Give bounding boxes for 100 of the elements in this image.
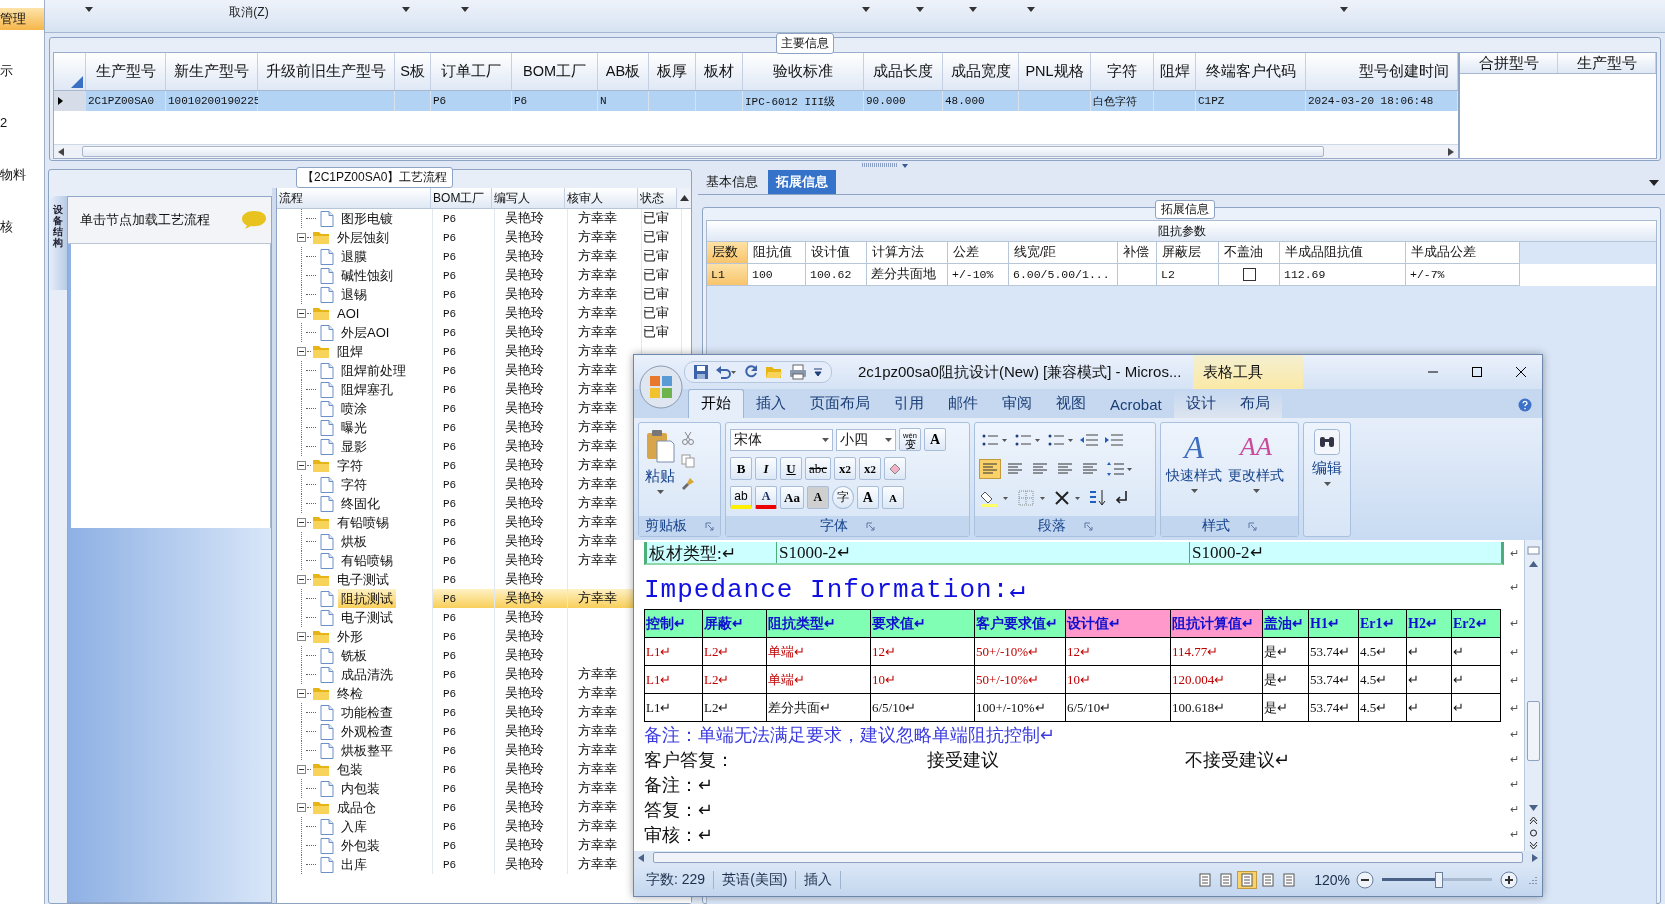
tree-item[interactable]: 有铅喷锡 (338, 551, 396, 570)
tree-item[interactable]: 入库 (338, 817, 370, 836)
column-header[interactable]: 层数 (707, 242, 748, 264)
scroll-thumb[interactable] (1527, 701, 1540, 761)
tree-item[interactable]: 阻焊 (334, 342, 366, 361)
tree-item[interactable]: 喷涂 (338, 399, 370, 418)
dropdown-caret-icon[interactable] (1190, 489, 1198, 493)
scroll-right-icon[interactable] (1448, 147, 1454, 156)
brush-icon[interactable] (681, 477, 695, 491)
tree-item[interactable]: 铣板 (338, 646, 370, 665)
dropdown-caret-icon[interactable] (885, 437, 892, 442)
view-icon[interactable] (1237, 871, 1258, 889)
tree-item[interactable]: 出库 (338, 855, 370, 874)
expander-icon[interactable] (297, 461, 306, 470)
expander-icon[interactable] (297, 347, 306, 356)
align-icon[interactable] (979, 458, 1001, 479)
nav-item[interactable]: 示 (0, 60, 44, 82)
slider-thumb[interactable] (1435, 872, 1444, 888)
tree-item[interactable]: 电子测试 (334, 570, 392, 589)
undo-icon[interactable] (715, 364, 737, 380)
ribbon-tab[interactable]: 邮件 (936, 390, 990, 418)
column-header[interactable]: 核审人 (564, 188, 638, 208)
dropdown-caret-icon[interactable] (862, 7, 870, 12)
column-header[interactable]: 不盖油 (1219, 242, 1280, 264)
scroll-thumb[interactable] (653, 852, 1523, 863)
table-row[interactable]: L1 100 100.62 差分共面地 +/-10% 6.00/5.00/1... L2 112.69 +/-7% (707, 264, 1656, 286)
dropdown-caret-icon[interactable] (1340, 7, 1348, 12)
splitter-grip-icon[interactable] (862, 162, 908, 168)
tree-item[interactable]: 退锡 (338, 285, 370, 304)
expander-icon[interactable] (297, 309, 306, 318)
format-button[interactable]: U (780, 457, 802, 480)
dropdown-caret-icon[interactable] (402, 7, 410, 12)
ribbon-tab[interactable]: 视图 (1044, 390, 1098, 418)
tree-item[interactable]: 烘板整平 (338, 741, 396, 760)
font-size-field[interactable]: 小四 (836, 428, 896, 451)
column-header[interactable]: 合拼型号 (1460, 53, 1558, 73)
expander-icon[interactable] (297, 632, 306, 641)
table-row[interactable]: 2C1PZ00SA0 10010200190225 P6 P6 N IPC-6012 III级 90.000 48.000 白色字符 C1PZ 2024-03-20 18:06:48 (54, 91, 1458, 111)
column-header[interactable]: S板 (395, 53, 431, 90)
dialog-launcher-icon[interactable] (705, 521, 714, 531)
tree-item[interactable]: 有铅喷锡 (334, 513, 392, 532)
redo-icon[interactable] (743, 364, 759, 380)
format-button[interactable]: abc (805, 457, 832, 480)
column-header[interactable]: 订单工厂 (431, 53, 512, 90)
word-count[interactable]: 字数: 229 (638, 871, 715, 889)
customize-caret-icon[interactable] (813, 367, 823, 377)
vertical-scrollbar[interactable] (1524, 540, 1542, 851)
vertical-tab[interactable]: 设备结构 (49, 196, 67, 290)
dialog-launcher-icon[interactable] (1248, 521, 1257, 531)
column-header[interactable]: 字符 (1091, 53, 1154, 90)
column-header[interactable]: 板厚 (649, 53, 696, 90)
dropdown-caret-icon[interactable] (1027, 7, 1035, 12)
tab[interactable]: 拓展信息 (768, 170, 836, 194)
tree-item[interactable]: 显影 (338, 437, 370, 456)
column-header[interactable]: 流程 (277, 188, 432, 208)
paste-button[interactable]: 粘贴 (643, 427, 677, 512)
dropdown-caret-icon[interactable] (1252, 489, 1260, 493)
tree-item[interactable]: 碱性蚀刻 (338, 266, 396, 285)
expander-icon[interactable] (297, 233, 306, 242)
tree-item[interactable]: 内包装 (338, 779, 383, 798)
font-color-button[interactable]: A (755, 486, 777, 509)
clear-format-button[interactable] (884, 457, 907, 480)
tree-item[interactable]: 外包装 (338, 836, 383, 855)
zoom-out-icon[interactable] (1356, 871, 1374, 889)
tree-item[interactable]: 功能检查 (338, 703, 396, 722)
save-icon[interactable] (693, 364, 709, 380)
style-button[interactable]: AA 更改样式 (1227, 429, 1285, 516)
highlight-button[interactable]: ab (730, 486, 752, 509)
cancel-button[interactable]: 取消(Z) (223, 4, 275, 21)
nav-item[interactable]: 物料 (0, 164, 44, 186)
tree-item[interactable]: 成品清洗 (338, 665, 396, 684)
column-header[interactable]: 公差 (948, 242, 1009, 264)
dropdown-caret-icon[interactable] (656, 490, 664, 494)
expander-icon[interactable] (297, 689, 306, 698)
dialog-launcher-icon[interactable] (1083, 521, 1093, 531)
character-shading-button[interactable]: A (806, 486, 829, 509)
column-header[interactable]: BOM工厂 (431, 188, 493, 208)
scroll-thumb[interactable] (82, 146, 1324, 157)
tree-item[interactable]: 电子测试 (338, 608, 396, 627)
tree-item[interactable]: AOI (334, 304, 363, 323)
column-header[interactable]: 成品长度 (864, 53, 943, 90)
column-header[interactable]: 半成品阻抗值 (1280, 242, 1406, 264)
column-header[interactable]: 阻抗值 (748, 242, 806, 264)
tree-item[interactable]: 曝光 (338, 418, 370, 437)
tree-item[interactable]: 包装 (334, 760, 366, 779)
scissors-icon[interactable] (681, 431, 695, 445)
grow-font-button[interactable]: A (856, 486, 879, 509)
scroll-down-icon[interactable] (1529, 805, 1538, 811)
tree-item[interactable]: 外层蚀刻 (334, 228, 392, 247)
nav-item[interactable]: 管理 (0, 8, 44, 30)
column-header[interactable]: 型号创建时间 (1306, 53, 1458, 90)
style-button[interactable]: A 快速样式 (1165, 429, 1223, 516)
maximize-icon[interactable] (1470, 365, 1484, 379)
tree-item[interactable]: 外层AOI (338, 323, 393, 342)
close-icon[interactable] (1514, 365, 1528, 379)
column-header[interactable]: 升级前旧生产型号 (258, 53, 395, 90)
tree-item[interactable]: 外形 (334, 627, 366, 646)
ribbon-tab[interactable]: 插入 (744, 390, 798, 418)
column-header[interactable]: 编写人 (492, 188, 565, 208)
column-header[interactable]: 计算方法 (867, 242, 948, 264)
